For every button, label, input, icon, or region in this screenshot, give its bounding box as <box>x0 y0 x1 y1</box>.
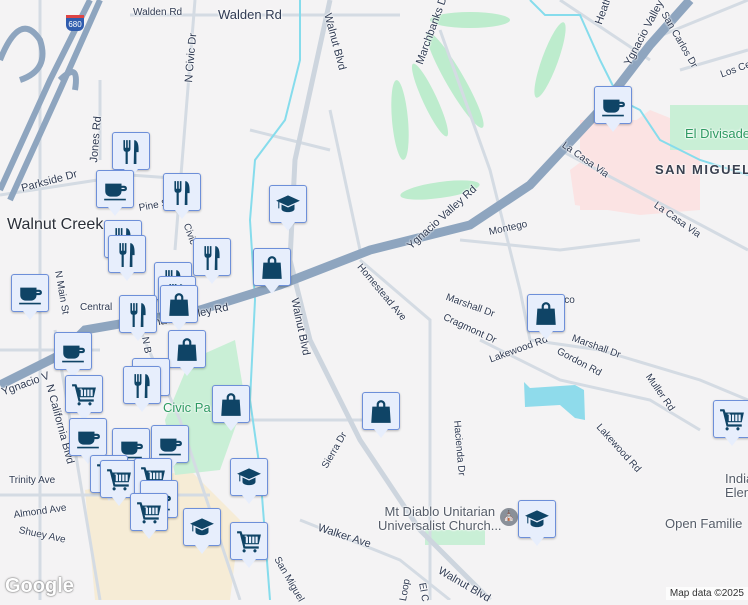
coffee-icon <box>19 287 42 305</box>
church-icon[interactable]: ⛪ <box>500 508 518 526</box>
road-label-central: Central <box>80 302 113 313</box>
shopping-marker[interactable] <box>160 285 198 331</box>
restaurant-marker[interactable] <box>108 235 146 281</box>
pond <box>524 382 585 420</box>
cart-marker[interactable] <box>65 375 103 421</box>
cart-icon <box>720 409 744 431</box>
place-label-indian-elementary: India Elementa <box>725 472 748 500</box>
school-icon <box>190 518 214 536</box>
shopping-marker[interactable] <box>362 392 400 438</box>
shopping-icon <box>262 256 282 279</box>
school-marker[interactable] <box>230 458 268 504</box>
cart-marker[interactable] <box>713 400 748 446</box>
church-name-line1: Mt Diablo Unitarian <box>384 504 496 519</box>
road-label-walden-rd: Walden Rd <box>218 7 282 22</box>
coffee-marker[interactable] <box>594 86 632 132</box>
coffee-marker[interactable] <box>11 274 49 320</box>
restaurant-icon <box>174 181 190 205</box>
place-label-san-miguel: SAN MIGUEL <box>655 162 748 177</box>
place-label-el-divisadero: El Divisade <box>685 126 748 141</box>
school-name-line2: Elementa <box>725 485 748 500</box>
shopping-marker[interactable] <box>253 248 291 294</box>
restaurant-marker[interactable] <box>193 238 231 284</box>
shopping-marker[interactable] <box>212 385 250 431</box>
school-icon <box>525 510 549 528</box>
coffee-marker[interactable] <box>69 418 107 464</box>
place-label-civic-park: Civic Pa <box>163 400 211 415</box>
restaurant-marker[interactable] <box>112 132 150 178</box>
restaurant-marker[interactable] <box>123 366 161 412</box>
cart-icon <box>237 531 261 553</box>
church-name-line2: Universalist Church... <box>378 518 502 533</box>
school-icon <box>237 468 261 486</box>
place-label-open-families: Open Familie <box>665 516 743 531</box>
coffee-marker[interactable] <box>54 332 92 378</box>
restaurant-icon <box>134 374 150 398</box>
place-label-church: Mt Diablo Unitarian Universalist Church.… <box>378 505 502 533</box>
restaurant-icon <box>123 140 139 164</box>
google-logo: Google <box>5 575 74 597</box>
shopping-marker[interactable] <box>168 330 206 376</box>
coffee-icon <box>104 183 127 201</box>
coffee-icon <box>159 438 182 456</box>
shopping-icon <box>536 302 556 325</box>
cart-marker[interactable] <box>230 522 268 568</box>
coffee-icon <box>77 431 100 449</box>
restaurant-icon <box>204 246 220 270</box>
shopping-icon <box>371 400 391 423</box>
shopping-marker[interactable] <box>527 294 565 340</box>
cart-marker[interactable] <box>130 493 168 539</box>
cart-icon <box>107 469 131 491</box>
place-label-walnut-creek: Walnut Creek <box>7 216 104 233</box>
school-name-line1: India <box>725 471 748 486</box>
map-attribution[interactable]: Map data ©2025 <box>665 587 748 600</box>
restaurant-marker[interactable] <box>163 173 201 219</box>
school-marker[interactable] <box>269 185 307 231</box>
interstate-680 <box>0 0 103 202</box>
shopping-icon <box>221 393 241 416</box>
school-marker[interactable] <box>518 500 556 546</box>
restaurant-icon <box>130 303 146 327</box>
highway-680-shield: 680 <box>66 15 84 31</box>
coffee-marker[interactable] <box>96 170 134 216</box>
restaurant-marker[interactable] <box>119 295 157 341</box>
cart-icon <box>72 384 96 406</box>
coffee-icon <box>602 99 625 117</box>
road-label-walden-rd: Walden Rd <box>133 7 183 18</box>
map-canvas[interactable] <box>0 0 748 600</box>
coffee-icon <box>62 345 85 363</box>
shopping-icon <box>169 293 189 316</box>
school-marker[interactable] <box>183 508 221 554</box>
shopping-icon <box>177 338 197 361</box>
road-label-trinity-ave: Trinity Ave <box>9 475 56 486</box>
school-icon <box>276 195 300 213</box>
restaurant-icon <box>119 243 135 267</box>
cart-icon <box>137 502 161 524</box>
